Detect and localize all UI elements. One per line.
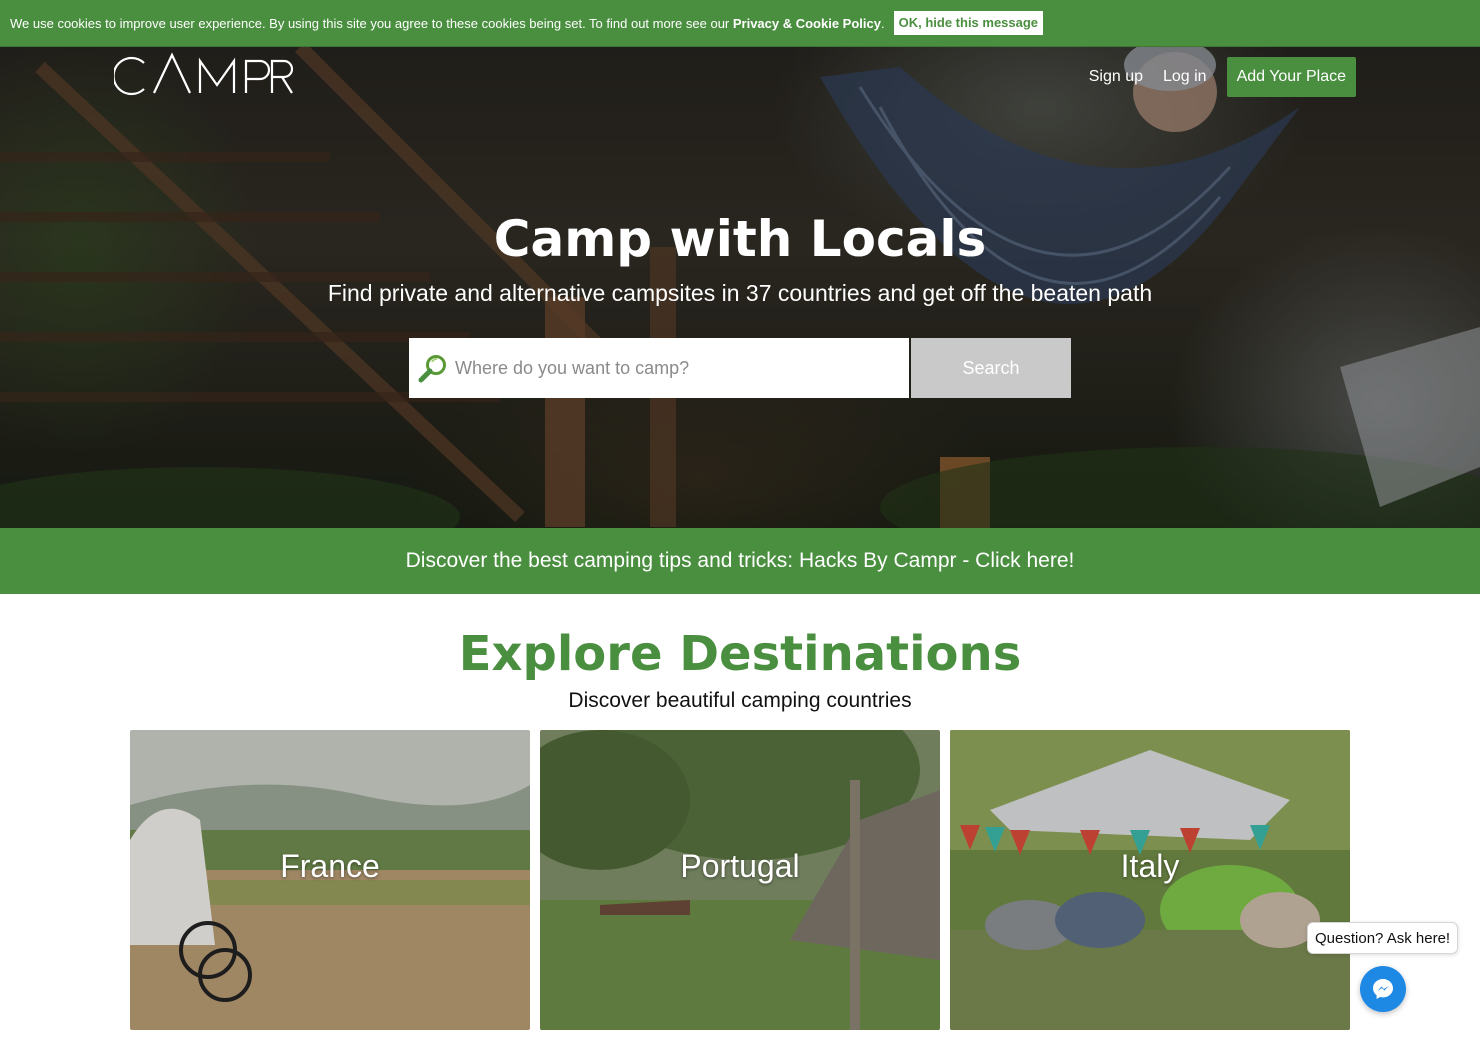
top-nav: Sign up Log in Add Your Place [1089, 57, 1356, 97]
chat-prompt[interactable]: Question? Ask here! [1307, 922, 1459, 954]
messenger-button[interactable] [1360, 966, 1406, 1012]
cookie-period: . [880, 15, 885, 31]
search-input[interactable] [455, 340, 895, 396]
cookie-text: We use cookies to improve user experienc… [10, 16, 885, 31]
destination-cards: France Portugal Italy [130, 730, 1360, 1030]
destination-name: Italy [1120, 848, 1180, 884]
cookie-message: We use cookies to improve user experienc… [10, 15, 733, 31]
camping-tips-banner[interactable]: Discover the best camping tips and trick… [0, 528, 1480, 594]
hide-cookie-message-button[interactable]: OK, hide this message [893, 11, 1044, 35]
magnifier-icon [418, 355, 446, 383]
tips-banner-text: Discover the best camping tips and trick… [405, 549, 1075, 572]
hero-section: Sign up Log in Add Your Place Camp with … [0, 47, 1480, 528]
hero-subtitle: Find private and alternative campsites i… [327, 280, 1153, 306]
messenger-icon [1373, 979, 1393, 999]
destination-name: Portugal [680, 848, 800, 884]
search-box [409, 338, 909, 398]
cookie-banner: We use cookies to improve user experienc… [0, 0, 1480, 47]
destination-card-italy[interactable]: Italy [950, 730, 1350, 1030]
explore-title: Explore Destinations [458, 626, 1022, 682]
signup-link[interactable]: Sign up [1089, 68, 1143, 86]
add-your-place-button[interactable]: Add Your Place [1226, 57, 1356, 97]
explore-subtitle: Discover beautiful camping countries [568, 689, 912, 712]
campr-logo[interactable] [114, 51, 296, 97]
privacy-policy-link[interactable]: Privacy & Cookie Policy [733, 16, 881, 31]
login-link[interactable]: Log in [1163, 68, 1207, 86]
destination-card-portugal[interactable]: Portugal [540, 730, 940, 1030]
hero-title: Camp with Locals [493, 210, 987, 268]
destination-card-france[interactable]: France [130, 730, 530, 1030]
destination-name: France [280, 848, 380, 884]
search-button[interactable]: Search [911, 338, 1071, 398]
